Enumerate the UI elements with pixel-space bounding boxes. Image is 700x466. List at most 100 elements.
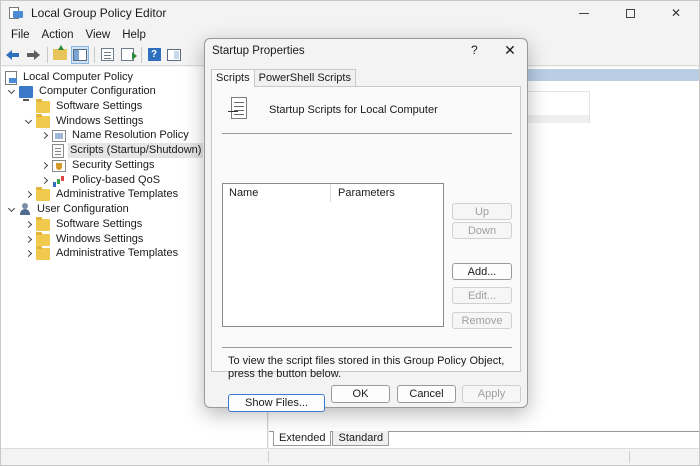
expanded-chevron-icon[interactable] xyxy=(5,86,17,98)
edit-script-button[interactable]: Edit... xyxy=(452,287,512,304)
folder-icon xyxy=(36,231,50,246)
back-button[interactable] xyxy=(4,46,22,64)
dialog-title: Startup Properties xyxy=(212,45,305,57)
expanded-chevron-icon[interactable] xyxy=(22,116,34,128)
dialog-help-button[interactable]: ? xyxy=(471,43,478,57)
computer-icon xyxy=(19,85,33,101)
menu-file[interactable]: File xyxy=(5,29,36,41)
collapsed-chevron-icon[interactable] xyxy=(22,219,34,231)
tree-item-cc-administrative-templates[interactable]: Administrative Templates xyxy=(22,186,180,202)
collapsed-chevron-icon[interactable] xyxy=(38,160,50,172)
export-icon xyxy=(120,48,137,61)
tab-scripts[interactable]: Scripts xyxy=(211,69,255,87)
collapsed-chevron-icon[interactable] xyxy=(38,175,50,187)
menu-help[interactable]: Help xyxy=(116,29,152,41)
policy-document-icon xyxy=(5,70,17,85)
tree-item-uc-software-settings[interactable]: Software Settings xyxy=(22,216,144,232)
forward-arrow-icon xyxy=(26,49,40,60)
tree-item-name-resolution-policy[interactable]: Name Resolution Policy xyxy=(38,128,191,143)
scripts-list[interactable]: Name Parameters xyxy=(222,183,444,327)
tree-item-uc-windows-settings[interactable]: Windows Settings xyxy=(22,231,145,247)
script-icon xyxy=(52,143,64,158)
dialog-close-button[interactable]: ✕ xyxy=(501,41,519,59)
security-settings-icon xyxy=(52,159,66,172)
dialog-tabs: Scripts PowerShell Scripts xyxy=(211,69,356,87)
toolbar-separator xyxy=(141,46,142,63)
cancel-button[interactable]: Cancel xyxy=(397,385,456,403)
tree-item-local-computer-policy[interactable]: Local Computer Policy xyxy=(5,70,135,85)
divider xyxy=(222,347,512,348)
window-title: Local Group Policy Editor xyxy=(31,6,167,20)
forward-button[interactable] xyxy=(24,46,42,64)
collapsed-chevron-icon[interactable] xyxy=(22,248,34,260)
window-controls: ✕ xyxy=(561,1,699,25)
column-header-parameters[interactable]: Parameters xyxy=(332,184,395,202)
close-icon: ✕ xyxy=(504,41,516,58)
folder-up-icon xyxy=(53,45,67,60)
close-icon: ✕ xyxy=(670,6,682,20)
tab-powershell-scripts[interactable]: PowerShell Scripts xyxy=(253,69,356,86)
status-separator xyxy=(629,451,630,463)
tree-item-uc-administrative-templates[interactable]: Administrative Templates xyxy=(22,245,180,261)
tree-item-cc-windows-settings[interactable]: Windows Settings xyxy=(22,113,145,129)
status-separator xyxy=(268,451,269,463)
folder-icon xyxy=(36,186,50,201)
tree-item-computer-configuration[interactable]: Computer Configuration xyxy=(5,84,158,101)
maximize-button[interactable] xyxy=(607,1,653,25)
help-icon: ? xyxy=(147,48,161,61)
show-action-pane-button[interactable] xyxy=(165,46,183,64)
add-script-button[interactable]: Add... xyxy=(452,263,512,280)
column-separator[interactable] xyxy=(330,184,331,202)
collapsed-chevron-icon[interactable] xyxy=(22,234,34,246)
menu-view[interactable]: View xyxy=(80,29,117,41)
tab-standard[interactable]: Standard xyxy=(332,431,390,446)
properties-icon xyxy=(100,48,114,61)
tree-item-security-settings[interactable]: Security Settings xyxy=(38,158,157,173)
folder-icon xyxy=(36,245,50,260)
startup-properties-dialog: Startup Properties ? ✕ Scripts PowerShel… xyxy=(204,38,528,412)
tree-item-policy-based-qos[interactable]: Policy-based QoS xyxy=(38,173,162,188)
view-tabs: Extended Standard xyxy=(269,431,699,447)
column-header-name[interactable]: Name xyxy=(223,184,258,202)
folder-icon xyxy=(36,216,50,231)
status-bar xyxy=(1,448,699,465)
scripts-tab-panel: Startup Scripts for Local Computer Name … xyxy=(211,86,521,412)
bar-chart-icon xyxy=(52,175,66,187)
folder-icon xyxy=(36,98,50,113)
show-files-button[interactable]: Show Files... xyxy=(228,394,325,412)
apply-button[interactable]: Apply xyxy=(462,385,521,403)
up-one-level-button[interactable] xyxy=(51,45,69,64)
menu-action[interactable]: Action xyxy=(36,29,80,41)
tree-item-cc-software-settings[interactable]: Software Settings xyxy=(22,98,144,114)
title-bar: Local Group Policy Editor ✕ xyxy=(1,1,699,25)
folder-icon xyxy=(36,113,50,128)
details-column-divider xyxy=(589,91,590,123)
show-files-hint: To view the script files stored in this … xyxy=(228,355,505,380)
close-window-button[interactable]: ✕ xyxy=(653,1,699,25)
collapsed-chevron-icon[interactable] xyxy=(22,189,34,201)
user-icon xyxy=(19,203,31,216)
move-down-button[interactable]: Down xyxy=(452,222,512,239)
group-policy-app-icon xyxy=(9,7,23,19)
minimize-button[interactable] xyxy=(561,1,607,25)
show-hide-console-tree-button[interactable] xyxy=(71,45,89,64)
remove-script-button[interactable]: Remove xyxy=(452,312,512,329)
minimize-icon xyxy=(579,12,589,14)
properties-button[interactable] xyxy=(98,46,116,64)
help-button[interactable]: ? xyxy=(145,46,163,64)
script-file-icon xyxy=(228,97,250,123)
maximize-icon xyxy=(625,8,635,18)
tree-item-scripts[interactable]: Scripts (Startup/Shutdown) xyxy=(38,143,204,158)
toolbar-separator xyxy=(47,46,48,63)
tab-extended[interactable]: Extended xyxy=(273,431,332,446)
collapsed-chevron-icon[interactable] xyxy=(38,130,50,142)
move-up-button[interactable]: Up xyxy=(452,203,512,220)
tree-item-user-configuration[interactable]: User Configuration xyxy=(5,202,131,217)
export-list-button[interactable] xyxy=(118,46,137,64)
console-tree-icon xyxy=(73,48,87,61)
ok-button[interactable]: OK xyxy=(331,385,390,403)
action-pane-icon xyxy=(167,48,181,61)
expanded-chevron-icon[interactable] xyxy=(5,204,17,216)
